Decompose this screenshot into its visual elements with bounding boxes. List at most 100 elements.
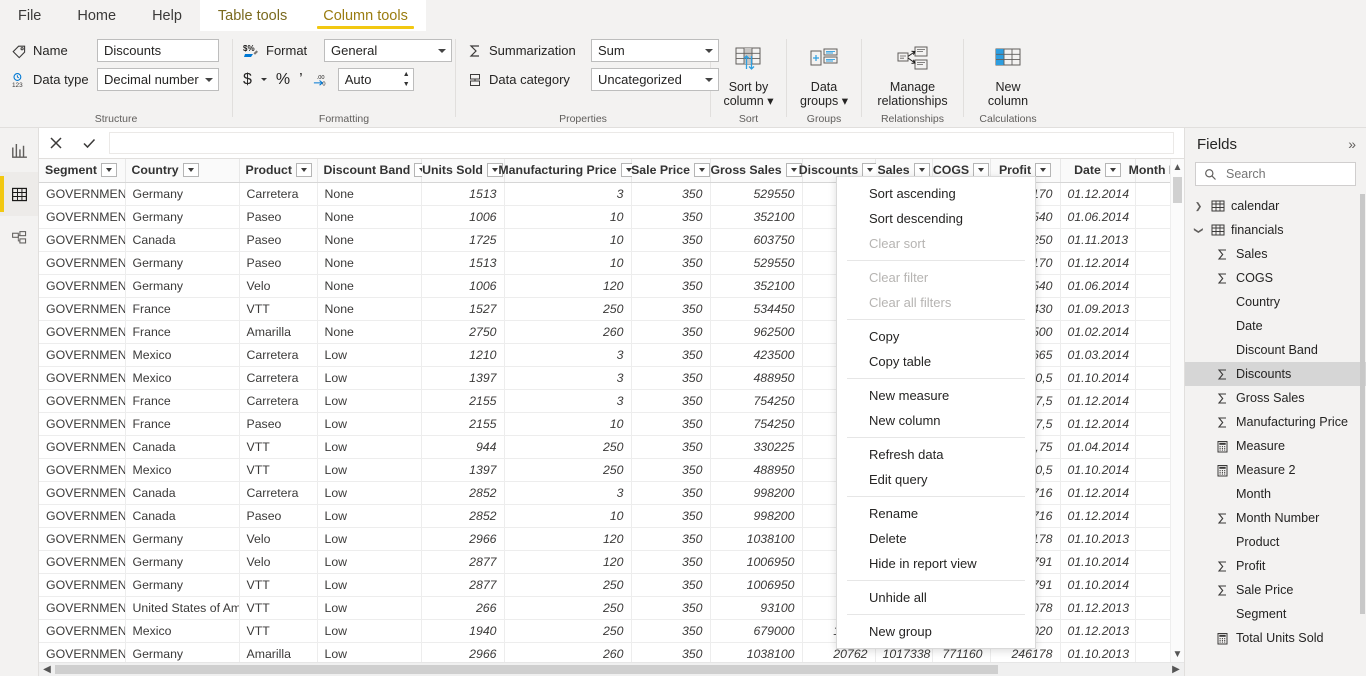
- cell-date[interactable]: 01.04.2014: [1060, 435, 1136, 459]
- menu-item-new-group[interactable]: New group: [837, 619, 1035, 644]
- cell-date[interactable]: 01.09.2013: [1060, 297, 1136, 321]
- menu-item-new-measure[interactable]: New measure: [837, 383, 1035, 408]
- stepper-arrows[interactable]: ▲ ▼: [403, 71, 410, 88]
- cell-units-sold[interactable]: 2852: [421, 481, 505, 505]
- column-header-gross-sales[interactable]: Gross Sales: [710, 159, 803, 183]
- field-item-cogs[interactable]: COGS: [1185, 266, 1366, 290]
- cell-gross-sales[interactable]: 352100: [710, 274, 803, 298]
- cell-units-sold[interactable]: 266: [421, 596, 505, 620]
- cell-manufacturing-price[interactable]: 260: [504, 320, 632, 344]
- cell-sale-price[interactable]: 350: [631, 274, 711, 298]
- cell-units-sold[interactable]: 2852: [421, 504, 505, 528]
- cell-discount-band[interactable]: Low: [317, 366, 422, 390]
- cell-sale-price[interactable]: 350: [631, 573, 711, 597]
- cell-manufacturing-price[interactable]: 120: [504, 527, 632, 551]
- cell-sale-price[interactable]: 350: [631, 619, 711, 643]
- cell-gross-sales[interactable]: 962500: [710, 320, 803, 344]
- cell-discount-band[interactable]: Low: [317, 481, 422, 505]
- cell-gross-sales[interactable]: 330225: [710, 435, 803, 459]
- cell-segment[interactable]: GOVERNMENT: [39, 458, 126, 482]
- cell-sale-price[interactable]: 350: [631, 297, 711, 321]
- cell-product[interactable]: Paseo: [239, 228, 318, 252]
- cell-product[interactable]: Paseo: [239, 412, 318, 436]
- cell-date[interactable]: 01.06.2014: [1060, 274, 1136, 298]
- cell-discount-band[interactable]: Low: [317, 596, 422, 620]
- cell-discount-band[interactable]: Low: [317, 435, 422, 459]
- cell-units-sold[interactable]: 1513: [421, 251, 505, 275]
- cell-gross-sales[interactable]: 529550: [710, 182, 803, 206]
- cell-sale-price[interactable]: 350: [631, 182, 711, 206]
- cell-country[interactable]: France: [125, 297, 240, 321]
- cell-discount-band[interactable]: Low: [317, 573, 422, 597]
- cell-units-sold[interactable]: 944: [421, 435, 505, 459]
- cell-sale-price[interactable]: 350: [631, 596, 711, 620]
- scroll-up-icon[interactable]: ▲: [1171, 159, 1184, 175]
- column-header-discount-band[interactable]: Discount Band: [317, 159, 431, 183]
- cell-country[interactable]: Mexico: [125, 366, 240, 390]
- cell-gross-sales[interactable]: 1006950: [710, 550, 803, 574]
- fields-search-box[interactable]: [1195, 162, 1356, 186]
- percent-format-button[interactable]: %: [276, 71, 290, 89]
- cell-units-sold[interactable]: 2966: [421, 527, 505, 551]
- cell-sale-price[interactable]: 350: [631, 412, 711, 436]
- cell-gross-sales[interactable]: 423500: [710, 343, 803, 367]
- cell-units-sold[interactable]: 1397: [421, 458, 505, 482]
- menu-item-delete[interactable]: Delete: [837, 526, 1035, 551]
- cell-gross-sales[interactable]: 488950: [710, 458, 803, 482]
- cell-country[interactable]: United States of America: [125, 596, 240, 620]
- column-filter-button[interactable]: [100, 163, 117, 178]
- menu-item-copy-table[interactable]: Copy table: [837, 349, 1035, 374]
- column-header-manufacturing-price[interactable]: Manufacturing Price: [498, 159, 637, 183]
- field-item-sale-price[interactable]: Sale Price: [1185, 578, 1366, 602]
- cell-manufacturing-price[interactable]: 3: [504, 389, 632, 413]
- cell-discount-band[interactable]: Low: [317, 550, 422, 574]
- menu-item-refresh-data[interactable]: Refresh data: [837, 442, 1035, 467]
- field-item-month[interactable]: Month: [1185, 482, 1366, 506]
- cell-product[interactable]: Velo: [239, 527, 318, 551]
- cell-segment[interactable]: GOVERNMENT: [39, 504, 126, 528]
- cell-product[interactable]: Carretera: [239, 182, 318, 206]
- cell-segment[interactable]: GOVERNMENT: [39, 412, 126, 436]
- scroll-down-icon[interactable]: ▼: [1171, 646, 1184, 662]
- menu-item-rename[interactable]: Rename: [837, 501, 1035, 526]
- cell-gross-sales[interactable]: 488950: [710, 366, 803, 390]
- cell-manufacturing-price[interactable]: 250: [504, 297, 632, 321]
- cell-sale-price[interactable]: 350: [631, 205, 711, 229]
- cell-segment[interactable]: GOVERNMENT: [39, 205, 126, 229]
- decrease-decimals-icon[interactable]: .00 0: [312, 71, 329, 88]
- tab-home[interactable]: Home: [59, 0, 134, 31]
- cell-discount-band[interactable]: None: [317, 320, 422, 344]
- cell-manufacturing-price[interactable]: 120: [504, 274, 632, 298]
- column-header-segment[interactable]: Segment: [39, 159, 126, 183]
- cell-date[interactable]: 01.02.2014: [1060, 320, 1136, 344]
- cell-discount-band[interactable]: None: [317, 182, 422, 206]
- cell-date[interactable]: 01.11.2013: [1060, 228, 1136, 252]
- cell-country[interactable]: Germany: [125, 527, 240, 551]
- cell-units-sold[interactable]: 1006: [421, 205, 505, 229]
- chevron-down-icon[interactable]: ❯: [1193, 225, 1204, 236]
- cell-units-sold[interactable]: 1210: [421, 343, 505, 367]
- cell-sale-price[interactable]: 350: [631, 343, 711, 367]
- cell-country[interactable]: Canada: [125, 435, 240, 459]
- cell-manufacturing-price[interactable]: 250: [504, 435, 632, 459]
- manage-relationships-button[interactable]: Manage relationships: [872, 37, 953, 108]
- cell-sale-price[interactable]: 350: [631, 458, 711, 482]
- cell-date[interactable]: 01.06.2014: [1060, 205, 1136, 229]
- cell-discount-band[interactable]: Low: [317, 504, 422, 528]
- cell-product[interactable]: Paseo: [239, 251, 318, 275]
- summarization-select[interactable]: Sum: [591, 39, 719, 62]
- cell-discount-band[interactable]: None: [317, 274, 422, 298]
- cell-discount-band[interactable]: Low: [317, 458, 422, 482]
- cell-product[interactable]: Velo: [239, 274, 318, 298]
- cell-segment[interactable]: GOVERNMENT: [39, 366, 126, 390]
- cell-product[interactable]: Carretera: [239, 389, 318, 413]
- cell-manufacturing-price[interactable]: 10: [504, 251, 632, 275]
- cell-discount-band[interactable]: Low: [317, 389, 422, 413]
- cell-gross-sales[interactable]: 93100: [710, 596, 803, 620]
- vertical-scrollbar[interactable]: ▲ ▼: [1170, 159, 1184, 662]
- cell-segment[interactable]: GOVERNMENT: [39, 550, 126, 574]
- field-item-manufacturing-price[interactable]: Manufacturing Price: [1185, 410, 1366, 434]
- name-input[interactable]: Discounts: [97, 39, 219, 62]
- cell-segment[interactable]: GOVERNMENT: [39, 343, 126, 367]
- cell-manufacturing-price[interactable]: 3: [504, 343, 632, 367]
